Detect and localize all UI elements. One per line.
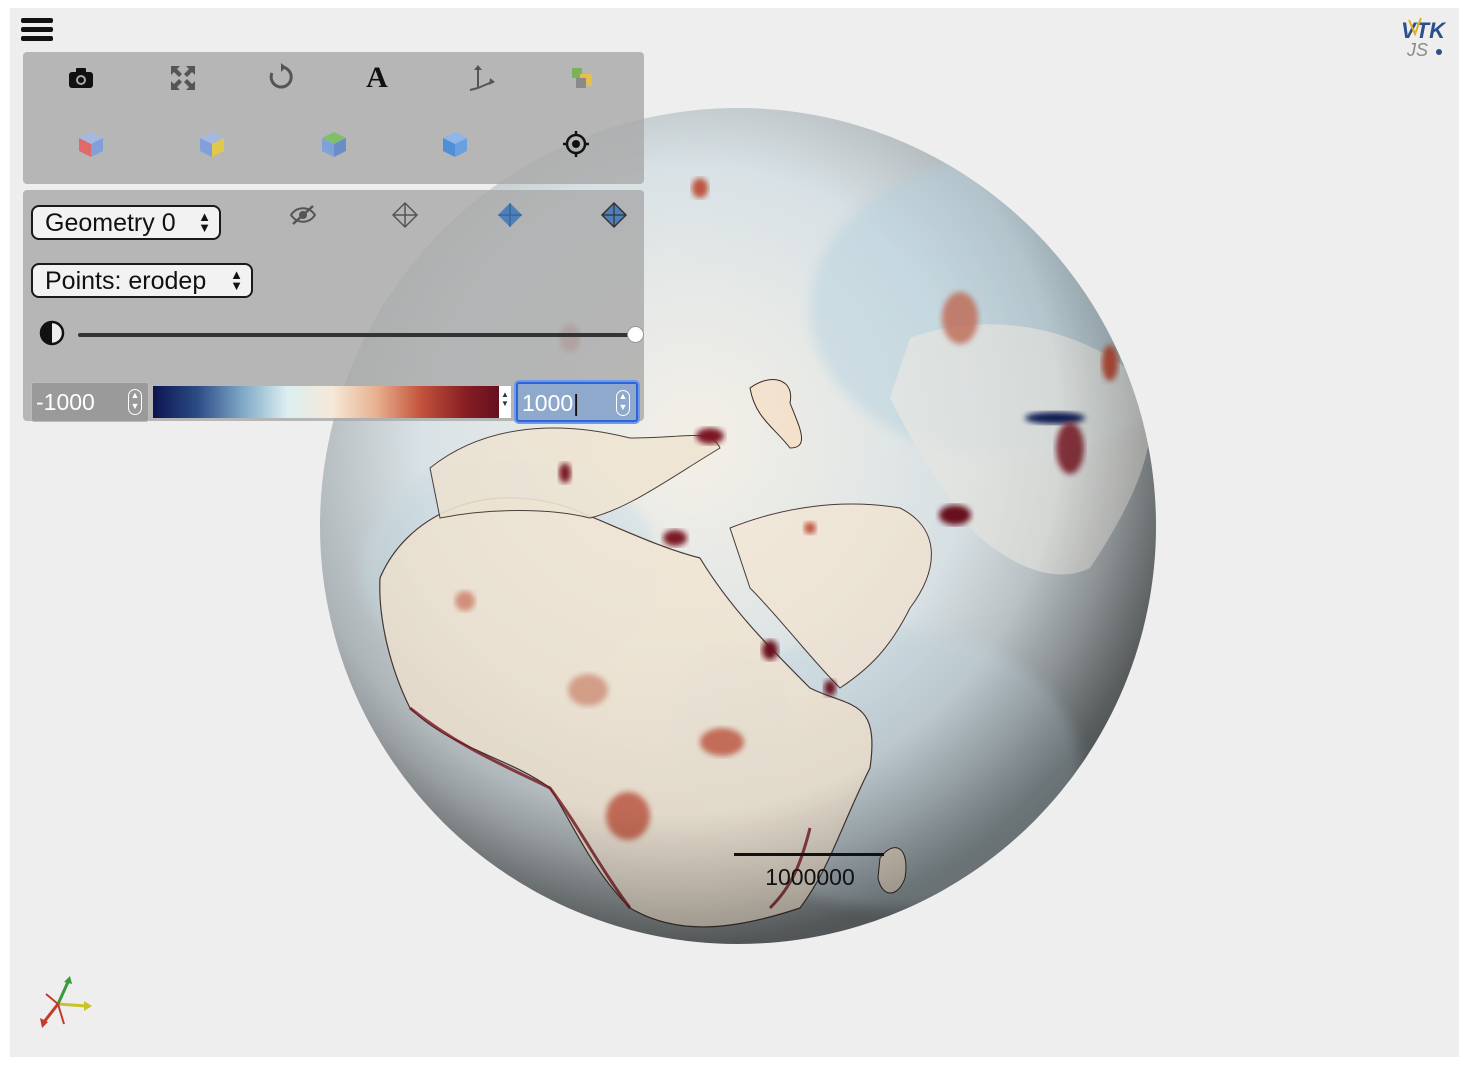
range-max-input[interactable]: 1000| ▲ ▼ <box>516 382 638 422</box>
cube-blue-icon[interactable] <box>435 124 475 164</box>
cube-yellow-icon[interactable] <box>192 124 232 164</box>
orientation-axes-icon[interactable] <box>34 974 94 1034</box>
range-min-input[interactable]: -1000 ▲ ▼ <box>31 382 149 422</box>
colors-icon[interactable] <box>563 58 603 98</box>
toolbar: A <box>23 52 644 184</box>
control-panel: Geometry 0 ▲ ▼ Points: erodep ▲ ▼ -1000 ▲ ▼ <box>23 190 644 422</box>
colormap-bar[interactable]: ▲ ▼ <box>153 386 511 418</box>
geometry-select-value: Geometry 0 <box>45 209 176 237</box>
expand-icon[interactable] <box>163 58 203 98</box>
scale-bar-label: 1000000 <box>765 864 855 890</box>
scale-bar <box>734 853 884 856</box>
range-max-value: 1000 <box>522 390 574 416</box>
text-icon[interactable]: A <box>357 58 397 98</box>
surface-edges-icon[interactable] <box>597 198 631 232</box>
opacity-slider[interactable] <box>78 326 644 343</box>
target-icon[interactable] <box>556 124 596 164</box>
field-select-value: Points: erodep <box>45 267 207 295</box>
field-select[interactable]: Points: erodep ▲ ▼ <box>31 263 253 298</box>
surface-icon[interactable] <box>493 198 527 232</box>
geometry-select[interactable]: Geometry 0 ▲ ▼ <box>31 205 221 240</box>
menu-button[interactable] <box>21 18 53 46</box>
hide-icon[interactable] <box>286 198 320 232</box>
render-viewport[interactable]: VTK JS A Geometry 0 ▲ ▼ Points: erodep ▲… <box>10 8 1459 1057</box>
cube-green-icon[interactable] <box>314 124 354 164</box>
camera-icon[interactable] <box>61 58 101 98</box>
vtk-js-logo: VTK JS <box>1399 14 1447 60</box>
svg-text:JS: JS <box>1406 40 1428 60</box>
opacity-icon <box>39 320 65 346</box>
spinner-icon[interactable]: ▲ ▼ <box>128 389 142 415</box>
range-min-value: -1000 <box>36 389 95 415</box>
axes-icon[interactable] <box>461 58 501 98</box>
opacity-slider-thumb[interactable] <box>627 326 644 343</box>
select-arrows-icon: ▲ ▼ <box>198 209 211 235</box>
colormap-handle[interactable]: ▲ ▼ <box>499 386 511 418</box>
select-arrows-icon: ▲ ▼ <box>230 267 243 293</box>
wireframe-icon[interactable] <box>388 198 422 232</box>
cube-red-icon[interactable] <box>71 124 111 164</box>
spinner-icon[interactable]: ▲ ▼ <box>616 390 630 416</box>
rotate-icon[interactable] <box>261 58 301 98</box>
